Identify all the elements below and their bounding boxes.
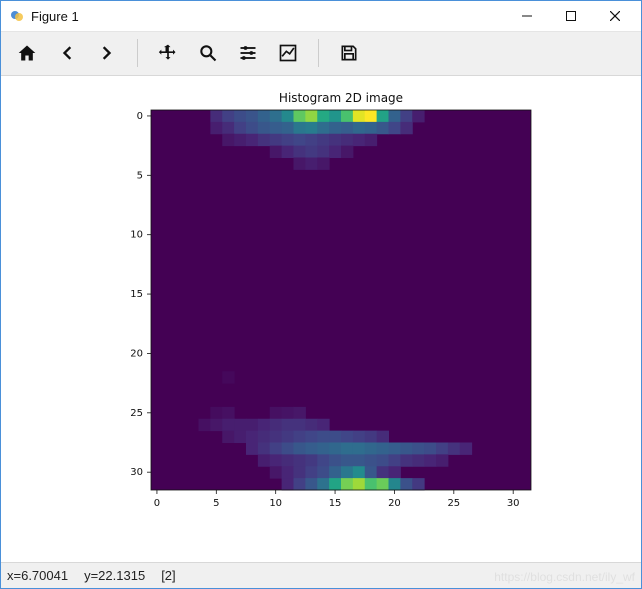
zoom-button[interactable] bbox=[190, 36, 226, 70]
axes-button[interactable] bbox=[270, 36, 306, 70]
svg-text:20: 20 bbox=[130, 348, 143, 359]
plot-title: Histogram 2D image bbox=[279, 91, 403, 105]
svg-text:25: 25 bbox=[447, 498, 460, 509]
svg-text:30: 30 bbox=[507, 498, 520, 509]
plot-area[interactable]: Histogram 2D image 0 5 10 15 20 25 30 0 5 10 15 20… bbox=[1, 76, 641, 562]
pan-button[interactable] bbox=[150, 36, 186, 70]
heatmap-plot: Histogram 2D image 0 5 10 15 20 25 30 0 5 10 15 20… bbox=[1, 76, 641, 562]
forward-button[interactable] bbox=[89, 36, 125, 70]
svg-text:0: 0 bbox=[154, 498, 160, 509]
svg-text:5: 5 bbox=[137, 170, 143, 181]
save-button[interactable] bbox=[331, 36, 367, 70]
toolbar bbox=[1, 32, 641, 76]
sliders-icon bbox=[238, 43, 258, 63]
svg-text:10: 10 bbox=[130, 229, 143, 240]
titlebar: Figure 1 bbox=[1, 1, 641, 32]
svg-text:10: 10 bbox=[269, 498, 282, 509]
move-icon bbox=[158, 43, 178, 63]
home-button[interactable] bbox=[9, 36, 45, 70]
save-icon bbox=[339, 43, 359, 63]
home-icon bbox=[17, 43, 37, 63]
status-x: x=6.70041 bbox=[7, 568, 68, 583]
svg-text:25: 25 bbox=[130, 408, 143, 419]
close-button[interactable] bbox=[593, 1, 637, 31]
minimize-button[interactable] bbox=[505, 1, 549, 31]
figure-window: Figure 1 bbox=[0, 0, 642, 589]
toolbar-sep bbox=[137, 39, 138, 67]
svg-text:5: 5 bbox=[213, 498, 219, 509]
subplots-button[interactable] bbox=[230, 36, 266, 70]
toolbar-sep bbox=[318, 39, 319, 67]
status-val: [2] bbox=[161, 568, 175, 583]
back-icon bbox=[57, 43, 77, 63]
svg-text:30: 30 bbox=[130, 467, 143, 478]
maximize-button[interactable] bbox=[549, 1, 593, 31]
status-y: y=22.1315 bbox=[84, 568, 145, 583]
svg-text:0: 0 bbox=[137, 111, 143, 122]
svg-text:20: 20 bbox=[388, 498, 401, 509]
zoom-icon bbox=[198, 43, 218, 63]
window-title: Figure 1 bbox=[31, 9, 79, 24]
app-icon bbox=[9, 8, 25, 24]
back-button[interactable] bbox=[49, 36, 85, 70]
svg-text:15: 15 bbox=[130, 289, 143, 300]
statusbar: x=6.70041 y=22.1315 [2] bbox=[1, 562, 641, 588]
svg-text:15: 15 bbox=[329, 498, 342, 509]
forward-icon bbox=[97, 43, 117, 63]
chart-line-icon bbox=[278, 43, 298, 63]
